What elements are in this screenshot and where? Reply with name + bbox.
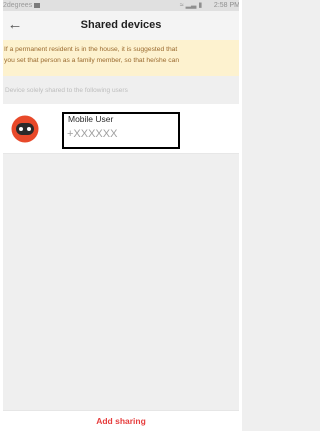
robot-avatar-icon [11,115,39,143]
notification-icon [34,2,41,8]
right-edge [239,0,242,431]
left-edge [0,0,3,431]
wifi-icon: ≈ [179,2,184,9]
shared-user-row[interactable]: Mobile User +XXXXXX [0,104,242,154]
bottom-bar: Add sharing [0,410,242,431]
status-time: 2:58 PM [204,2,240,9]
page-title: Shared devices [80,19,162,31]
status-right: ≈ ▂▃ ▮ 2:58 PM [180,0,240,11]
redaction-box [62,112,180,149]
add-sharing-button[interactable]: Add sharing [0,411,242,431]
status-bar: 2degrees ≈ ▂▃ ▮ 2:58 PM [0,0,242,11]
notice-line-2: you set that person as a family member, … [4,57,180,64]
header: ← Shared devices [0,11,242,40]
status-carrier: 2degrees [3,0,41,11]
notice-line-1: If a permanent resident is in the house,… [4,46,178,53]
signal-icon: ▂▃ [185,2,197,9]
shared-users-section-label: Device solely shared to the following us… [5,87,128,94]
back-arrow-icon[interactable]: ← [5,14,25,36]
notice-banner: If a permanent resident is in the house,… [0,40,242,76]
battery-icon: ▮ [198,2,203,9]
